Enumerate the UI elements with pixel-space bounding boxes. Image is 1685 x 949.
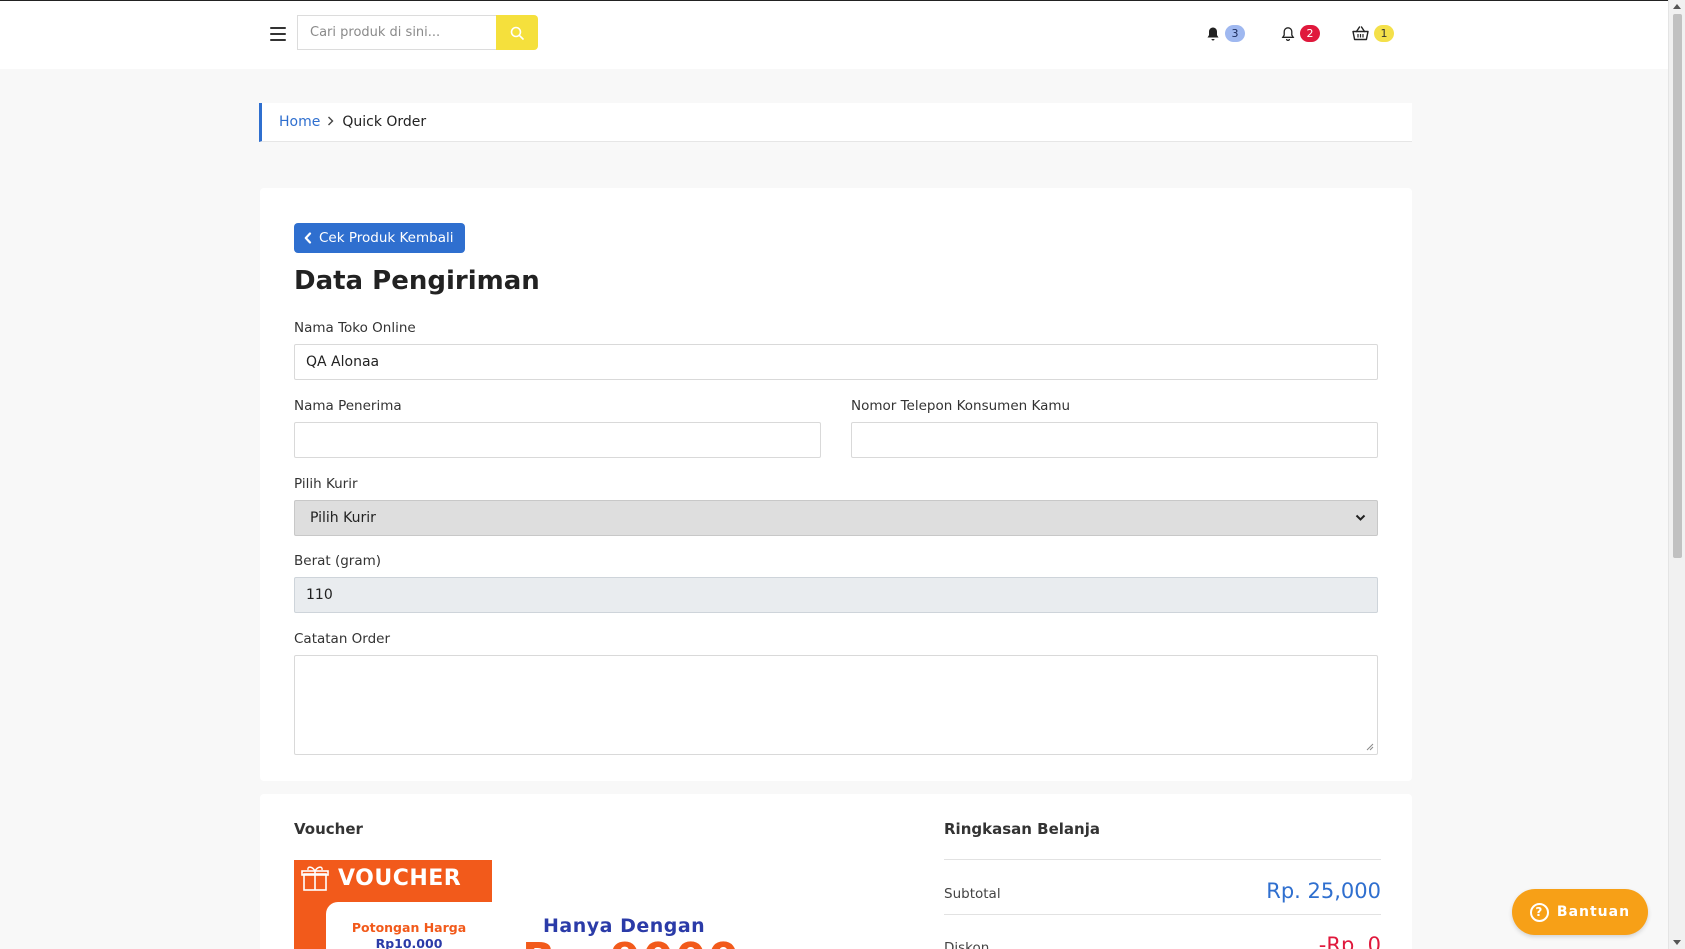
top-navbar: 3 2 1 (0, 0, 1668, 69)
cart-button[interactable]: 1 (1352, 25, 1394, 42)
scroll-up-icon[interactable] (1673, 4, 1681, 9)
alerts-button[interactable]: 2 (1281, 25, 1320, 42)
bell-outline-icon (1281, 26, 1295, 41)
back-button-label: Cek Produk Kembali (319, 230, 454, 246)
weight-field: 110 (294, 577, 1378, 613)
courier-select[interactable]: Pilih Kurir (294, 500, 1378, 536)
summary-divider (944, 914, 1381, 915)
store-name-field[interactable]: QA Alonaa (294, 344, 1378, 380)
summary-title: Ringkasan Belanja (944, 820, 1100, 838)
order-notes-textarea[interactable] (294, 655, 1378, 755)
voucher-banner-heading: VOUCHER (300, 864, 461, 892)
scroll-thumb[interactable] (1673, 14, 1682, 558)
gift-icon (301, 866, 329, 891)
scroll-down-icon[interactable] (1673, 940, 1681, 945)
voucher-banner-body: Potongan Harga Rp10.000 (326, 902, 492, 949)
courier-selected-value: Pilih Kurir (310, 510, 376, 526)
notification-count-badge: 3 (1225, 25, 1245, 42)
search-button[interactable] (496, 15, 538, 50)
chevron-left-icon (304, 232, 312, 244)
question-icon: ? (1529, 902, 1549, 922)
help-label: Bantuan (1556, 904, 1631, 920)
summary-divider (944, 859, 1381, 860)
breadcrumb-home-link[interactable]: Home (279, 114, 320, 130)
breadcrumb-current: Quick Order (342, 114, 427, 130)
store-name-label: Nama Toko Online (294, 320, 416, 336)
voucher-banner-amount: Rp10.000 (375, 936, 443, 949)
subtotal-value: Rp. 25,000 (1266, 879, 1381, 903)
menu-icon[interactable] (270, 27, 286, 41)
search-icon (510, 26, 524, 40)
help-button[interactable]: ? Bantuan (1512, 889, 1648, 935)
recipient-name-label: Nama Penerima (294, 398, 402, 414)
subtotal-label: Subtotal (944, 886, 1001, 902)
search-bar (297, 15, 538, 50)
breadcrumb: Home Quick Order (259, 103, 1412, 142)
discount-value: -Rp. 0 (1318, 933, 1381, 949)
voucher-banner[interactable]: VOUCHER Potongan Harga Rp10.000 (294, 860, 492, 949)
search-input[interactable] (297, 15, 496, 50)
discount-label: Diskon (944, 940, 990, 949)
promo-price: Rp.9000 (522, 934, 741, 949)
voucher-summary-card: Voucher VOUCHER Potongan Harga Rp10.000 … (260, 794, 1412, 949)
order-notes-label: Catatan Order (294, 631, 391, 647)
phone-field[interactable] (851, 422, 1378, 458)
bell-filled-icon (1207, 27, 1219, 40)
back-to-products-button[interactable]: Cek Produk Kembali (294, 223, 466, 253)
voucher-banner-sub: Potongan Harga (351, 920, 467, 935)
recipient-name-field[interactable] (294, 422, 821, 458)
shipping-form-card: Cek Produk Kembali Data Pengiriman Nama … (260, 188, 1412, 781)
courier-label: Pilih Kurir (294, 476, 358, 492)
page-scrollbar[interactable] (1668, 0, 1685, 949)
cart-count-badge: 1 (1374, 25, 1394, 42)
weight-label: Berat (gram) (294, 553, 382, 569)
page-title: Data Pengiriman (294, 266, 540, 296)
alert-count-badge: 2 (1300, 25, 1320, 42)
notifications-button[interactable]: 3 (1206, 25, 1245, 42)
basket-icon (1352, 26, 1369, 41)
phone-label: Nomor Telepon Konsumen Kamu (851, 398, 1071, 414)
chevron-down-icon (1355, 514, 1366, 521)
resize-grip-icon[interactable] (1366, 743, 1374, 751)
chevron-right-icon (327, 115, 334, 130)
voucher-title: Voucher (294, 820, 363, 838)
